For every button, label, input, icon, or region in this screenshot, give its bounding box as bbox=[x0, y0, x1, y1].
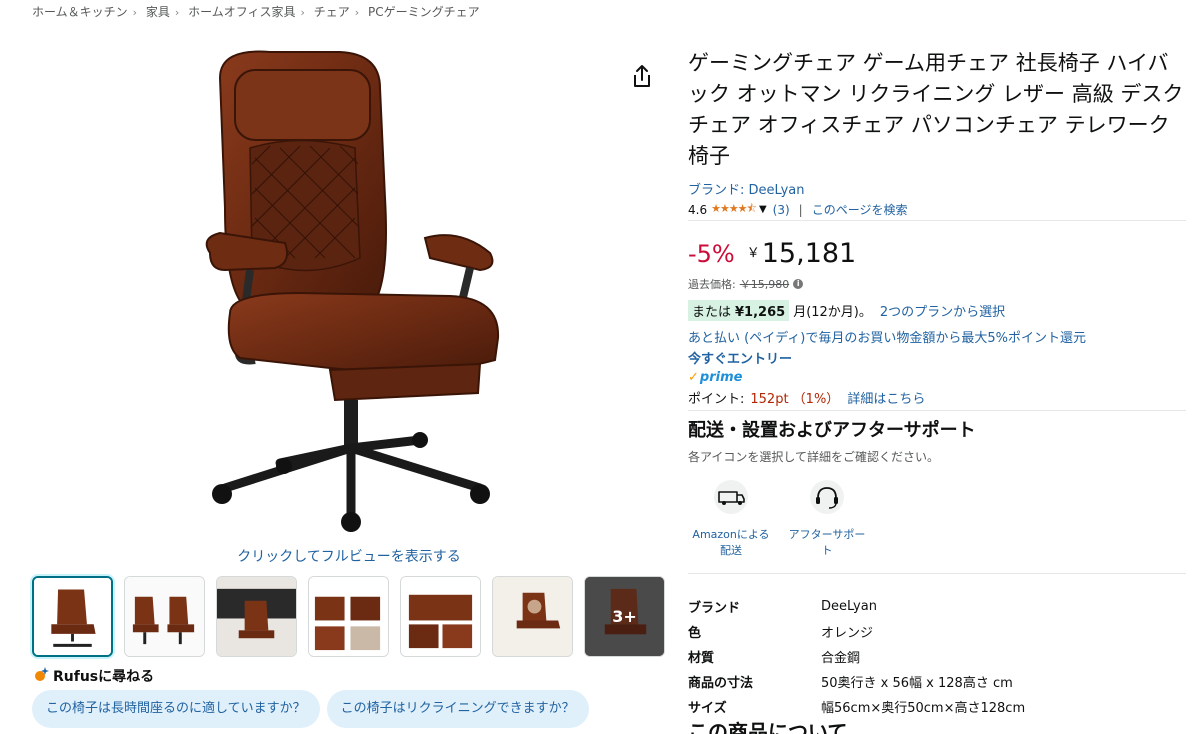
divider: | bbox=[798, 202, 803, 217]
rufus-heading: Rufusに尋ねる bbox=[33, 666, 154, 686]
thumbnail-6[interactable] bbox=[492, 576, 573, 657]
product-title: ゲーミングチェア ゲーム用チェア 社長椅子 ハイバック オットマン リクライニン… bbox=[688, 51, 1184, 168]
old-price-row: 過去価格: ￥15,980 i bbox=[688, 276, 1186, 292]
review-count-link[interactable]: (3) bbox=[773, 203, 790, 217]
spec-key: 色 bbox=[688, 626, 702, 641]
thumbnail-strip: 3+ bbox=[32, 576, 665, 657]
chevron-down-icon[interactable]: ▼ bbox=[759, 204, 767, 215]
breadcrumb-item[interactable]: ホーム＆キッチン bbox=[32, 5, 128, 19]
thumbnail-2[interactable] bbox=[124, 576, 205, 657]
spec-value: オレンジ bbox=[821, 626, 874, 641]
divider bbox=[688, 573, 1186, 574]
breadcrumb-separator: › bbox=[132, 6, 138, 19]
points-row: ポイント: 152pt （1%） 詳細はこちら bbox=[688, 388, 1186, 411]
delivery-heading: 配送・設置およびアフターサポート bbox=[688, 420, 976, 441]
points-details-link[interactable]: 詳細はこちら bbox=[847, 392, 925, 407]
spec-value: 幅56cm×奥行50cm×高さ128cm bbox=[821, 701, 1026, 716]
old-price-value: ￥15,980 bbox=[739, 278, 790, 291]
thumbnail-4[interactable] bbox=[308, 576, 389, 657]
headset-support-icon bbox=[810, 480, 844, 514]
rating-row: 4.6 ★★★★⯪ ▼ (3) | このページを検索 bbox=[688, 201, 1186, 221]
installment-prefix: または bbox=[692, 305, 732, 320]
installment-row: または ¥1,265 月(12か月)。 2つのプランから選択 bbox=[688, 300, 1186, 321]
installment-amount: ¥1,265 bbox=[735, 305, 786, 320]
breadcrumb-item[interactable]: 家具 bbox=[146, 5, 170, 19]
delivery-subtext: 各アイコンを選択して詳細をご確認ください。 bbox=[688, 450, 940, 464]
amazon-delivery-option[interactable]: Amazonによる配送 bbox=[688, 479, 774, 559]
thumbnail-3[interactable] bbox=[216, 576, 297, 657]
prime-check-icon: ✓ bbox=[688, 370, 699, 385]
price: 15,181 bbox=[761, 238, 857, 269]
rufus-sparkle-icon bbox=[33, 666, 49, 686]
rating-value: 4.6 bbox=[688, 202, 708, 217]
prime-label: prime bbox=[699, 370, 743, 385]
breadcrumb-separator: › bbox=[174, 6, 180, 19]
spec-key: ブランド bbox=[688, 601, 741, 616]
after-support-option[interactable]: アフターサポート bbox=[784, 479, 870, 559]
product-details: ゲーミングチェア ゲーム用チェア 社長椅子 ハイバック オットマン リクライニン… bbox=[688, 48, 1186, 719]
breadcrumb: ホーム＆キッチン › 家具 › ホームオフィス家具 › チェア › PCゲーミングチェア bbox=[32, 3, 480, 20]
info-icon[interactable]: i bbox=[793, 279, 804, 289]
paidy-promo-link[interactable]: あと払い (ペイディ)で毎月のお買い物金額から最大5%ポイント還元 bbox=[688, 327, 1186, 346]
spec-row: 材質 合金鋼 bbox=[688, 644, 1186, 669]
star-rating-icon[interactable]: ★★★★⯪ bbox=[711, 200, 757, 219]
brand-link[interactable]: ブランド: DeeLyan bbox=[688, 179, 804, 198]
about-heading: この商品について bbox=[688, 720, 848, 734]
delivery-icons: Amazonによる配送 アフターサポート bbox=[688, 479, 1186, 559]
delivery-truck-icon bbox=[714, 480, 748, 514]
breadcrumb-separator: › bbox=[300, 6, 305, 19]
spec-key: サイズ bbox=[688, 701, 727, 716]
rufus-question-chip[interactable]: この椅子はリクライニングできますか？ bbox=[326, 690, 589, 728]
thumbnail-more[interactable]: 3+ bbox=[584, 576, 665, 657]
breadcrumb-item[interactable]: チェア bbox=[314, 5, 350, 19]
thumbnail-5[interactable] bbox=[400, 576, 481, 657]
old-price-label: 過去価格: bbox=[688, 278, 736, 291]
spec-row: 商品の寸法 50奥行き x 56幅 x 128高さ cm bbox=[688, 669, 1186, 694]
spec-value: DeeLyan bbox=[821, 599, 877, 614]
rufus-heading-label: Rufusに尋ねる bbox=[53, 669, 155, 685]
main-product-image[interactable] bbox=[180, 48, 520, 538]
fullview-link-label[interactable]: クリックしてフルビューを表示する bbox=[237, 549, 461, 565]
installment-plans-link[interactable]: 2つのプランから選択 bbox=[880, 301, 1005, 320]
rufus-question-chip[interactable]: この椅子は長時間座るのに適していますか？ bbox=[32, 690, 320, 728]
price-row: -5% ￥ 15,181 bbox=[688, 239, 1186, 269]
rufus-suggestions: この椅子は長時間座るのに適していますか？ この椅子はリクライニングできますか？ bbox=[32, 690, 589, 728]
points-label: ポイント: bbox=[688, 392, 745, 407]
support-option-label[interactable]: アフターサポート bbox=[784, 527, 870, 559]
fullview-link[interactable]: クリックしてフルビューを表示する bbox=[0, 546, 700, 566]
installment-badge: または ¥1,265 bbox=[688, 300, 790, 321]
installment-suffix: 月(12か月)。 bbox=[793, 305, 872, 320]
share-icon[interactable] bbox=[630, 64, 654, 90]
spec-value: 50奥行き x 56幅 x 128高さ cm bbox=[821, 676, 1013, 691]
spec-key: 商品の寸法 bbox=[688, 676, 754, 691]
breadcrumb-item[interactable]: PCゲーミングチェア bbox=[368, 5, 480, 19]
spec-row: ブランド DeeLyan bbox=[688, 594, 1186, 619]
gaming-chair-illustration bbox=[205, 50, 500, 532]
spec-key: 材質 bbox=[688, 651, 715, 666]
prime-badge: ✓ prime bbox=[688, 370, 1186, 385]
breadcrumb-item[interactable]: ホームオフィス家具 bbox=[188, 5, 295, 19]
spec-row: 色 オレンジ bbox=[688, 619, 1186, 644]
search-page-link[interactable]: このページを検索 bbox=[812, 201, 908, 218]
breadcrumb-separator: › bbox=[354, 6, 360, 19]
delivery-option-label[interactable]: Amazonによる配送 bbox=[688, 527, 774, 559]
currency-symbol: ￥ bbox=[746, 246, 760, 261]
points-value: 152pt （1%） bbox=[750, 392, 840, 407]
spec-value: 合金鋼 bbox=[821, 651, 861, 666]
entry-link[interactable]: 今すぐエントリー bbox=[688, 348, 1186, 367]
spec-table: ブランド DeeLyan 色 オレンジ 材質 合金鋼 商品の寸法 50奥行き x 56幅… bbox=[688, 594, 1186, 719]
discount-percent: -5% bbox=[688, 240, 735, 268]
more-images-label: 3+ bbox=[612, 607, 637, 626]
thumbnail-1[interactable] bbox=[32, 576, 113, 657]
